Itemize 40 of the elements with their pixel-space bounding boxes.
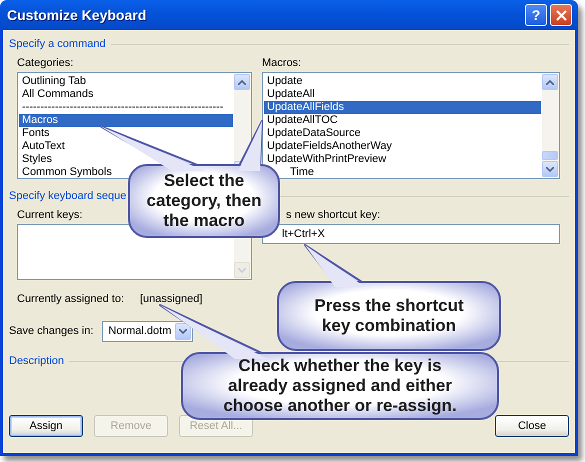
field-label: Current keys:	[17, 209, 82, 222]
scrollbar-thumb[interactable]	[542, 151, 558, 160]
shortcut-key-field[interactable]: lt+Ctrl+X	[262, 224, 560, 244]
group-heading: Specify a command	[9, 37, 569, 51]
list-item[interactable]: Outlining Tab	[19, 75, 233, 88]
field-label: Categories:	[17, 57, 74, 70]
list-item[interactable]: Macros	[19, 114, 233, 127]
scroll-up-button[interactable]	[234, 74, 250, 90]
list-item[interactable]: UpdateWithPrintPreview	[264, 153, 541, 166]
list-item[interactable]: Styles	[19, 153, 233, 166]
scroll-down-button[interactable]	[542, 161, 558, 177]
chevron-up-icon	[546, 80, 554, 84]
list-item[interactable]: UpdateAll	[264, 88, 541, 101]
chevron-up-icon	[238, 80, 246, 84]
dialog-button[interactable]: Assign	[9, 415, 83, 437]
caret-icon	[179, 328, 188, 334]
scroll-up-button[interactable]	[542, 74, 558, 90]
dialog-button[interactable]: Close	[495, 415, 569, 437]
field-label: s new shortcut key:	[286, 209, 380, 222]
list-item[interactable]: AutoText	[19, 140, 233, 153]
list-item[interactable]: UpdateAllTOC	[264, 114, 541, 127]
list-item[interactable]: Fonts	[19, 127, 233, 140]
field-label: Save changes in:	[9, 324, 94, 339]
field-label: Macros:	[262, 57, 302, 70]
list-item[interactable]: -------------------------------------------------------	[19, 101, 233, 114]
assigned-value: [unassigned]	[140, 292, 202, 307]
list-item[interactable]: UpdateAllFields	[264, 101, 541, 114]
field-label: Currently assigned to:	[17, 292, 124, 307]
window-title: Customize Keyboard	[7, 6, 148, 25]
close-button[interactable]	[550, 4, 572, 26]
list-item[interactable]: UpdateFieldsAnotherWay	[264, 140, 541, 153]
list-item[interactable]: Update	[264, 75, 541, 88]
list-item[interactable]: UpdateDataSource	[264, 127, 541, 140]
list-item[interactable]: All Commands	[19, 88, 233, 101]
chevron-down-icon	[546, 166, 554, 172]
save-location-dropdown[interactable]: Normal.dotm	[102, 320, 194, 342]
help-button[interactable]: ?	[525, 4, 547, 26]
chevron-down-icon	[238, 268, 246, 272]
callout-tooltip: Press the shortcut key combination	[277, 244, 501, 351]
close-icon	[556, 10, 566, 20]
